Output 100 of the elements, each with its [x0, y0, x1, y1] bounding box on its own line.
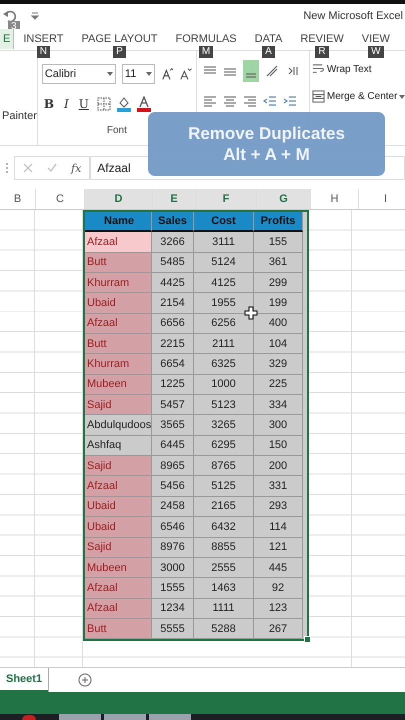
- table-cell: 4425: [152, 273, 194, 294]
- sheet-tab[interactable]: Sheet1: [0, 668, 48, 692]
- new-sheet-icon[interactable]: [78, 673, 92, 687]
- table-cell: 1463: [194, 578, 254, 599]
- table-cell: 400: [254, 314, 303, 334]
- customize-icon[interactable]: [31, 12, 39, 20]
- table-cell: 329: [254, 354, 303, 375]
- grow-font-icon[interactable]: [160, 67, 174, 81]
- table-cell: 5125: [194, 476, 254, 497]
- align-center-icon[interactable]: [222, 94, 237, 108]
- keytip: N: [36, 46, 50, 58]
- table-cell: Ubaid: [85, 293, 152, 314]
- table-cell: Ubaid: [85, 496, 152, 518]
- table-cell: 6546: [152, 517, 194, 538]
- table-cell: Mubeen: [85, 374, 152, 396]
- font-color-icon[interactable]: [136, 96, 151, 112]
- table-cell: Butt: [85, 334, 152, 354]
- resize-handle-icon[interactable]: [6, 163, 8, 173]
- undo-icon[interactable]: [3, 9, 17, 23]
- table-header: Name: [85, 212, 152, 232]
- ribbon-tab[interactable]: E: [0, 29, 14, 49]
- column-header[interactable]: H: [311, 189, 359, 209]
- table-cell: 6654: [152, 354, 194, 375]
- column-header[interactable]: B: [0, 189, 36, 209]
- table-cell: 2165: [194, 496, 254, 518]
- table-cell: Afzaal: [85, 232, 152, 253]
- window-title: New Microsoft Excel: [303, 10, 404, 22]
- table-cell: Khurram: [85, 273, 152, 294]
- merge-center-button[interactable]: Merge & Center: [312, 90, 405, 103]
- table-cell: Mubeen: [85, 558, 152, 578]
- table-cell: Sajid: [85, 538, 152, 558]
- column-header[interactable]: G: [257, 189, 311, 209]
- keytip: A: [262, 46, 275, 58]
- table-cell: 2111: [194, 334, 254, 354]
- table-cell: 121: [254, 538, 303, 558]
- merge-icon: [312, 90, 325, 103]
- wrap-text-button[interactable]: Wrap Text: [312, 63, 405, 76]
- table-cell: 4125: [194, 273, 254, 294]
- decrease-indent-icon[interactable]: [262, 94, 277, 108]
- table-cell: 3565: [152, 415, 194, 436]
- column-header[interactable]: I: [359, 189, 405, 209]
- table-cell: Butt: [85, 252, 152, 274]
- caret-icon[interactable]: [399, 94, 405, 98]
- table-cell: Sajid: [85, 456, 152, 476]
- table-cell: 5123: [194, 395, 254, 416]
- column-header[interactable]: F: [196, 189, 257, 209]
- font-size-dropdown[interactable]: 11: [122, 64, 155, 84]
- table-cell: 299: [254, 273, 303, 294]
- table-cell: 1111: [194, 598, 254, 619]
- table-cell: 150: [254, 436, 303, 456]
- underline-button[interactable]: U: [76, 97, 91, 111]
- bottom-align-icon[interactable]: [242, 60, 259, 82]
- font-name-dropdown[interactable]: Calibri: [42, 64, 116, 84]
- table-cell: 92: [254, 578, 303, 599]
- table-cell: Ubaid: [85, 517, 152, 538]
- table-cell: 334: [254, 395, 303, 416]
- table-cell: 6325: [194, 354, 254, 375]
- table-cell: 3265: [194, 415, 254, 436]
- table-cell: Butt: [85, 618, 152, 640]
- fill-color-icon[interactable]: [116, 96, 131, 112]
- group-label: Font: [106, 125, 127, 136]
- column-header[interactable]: D: [85, 189, 153, 209]
- table-cell: 6445: [152, 436, 194, 456]
- table-cell: 293: [254, 496, 303, 518]
- align-left-icon[interactable]: [202, 94, 217, 108]
- format-painter-button[interactable]: Painter: [2, 110, 37, 122]
- table-cell: 300: [254, 415, 303, 436]
- table-cell: 104: [254, 334, 303, 354]
- bold-button[interactable]: B: [42, 97, 56, 111]
- keytip: W: [368, 46, 384, 58]
- insert-function-button[interactable]: fx: [71, 162, 82, 174]
- table-cell: Ashfaq: [85, 436, 152, 456]
- taskbar-icon[interactable]: [22, 715, 36, 720]
- table-cell: 8855: [194, 538, 254, 558]
- keytip: M: [198, 46, 214, 58]
- align-right-icon[interactable]: [242, 94, 257, 108]
- table-cell: 267: [254, 618, 303, 640]
- table-cell: 5457: [152, 395, 194, 416]
- caret-icon[interactable]: [106, 72, 113, 76]
- column-header[interactable]: E: [153, 189, 196, 209]
- increase-indent-icon[interactable]: [282, 94, 297, 108]
- banner-title: Remove Duplicates: [188, 123, 345, 144]
- fill-handle[interactable]: [304, 636, 311, 644]
- table-cell: 5555: [152, 618, 194, 640]
- caret-icon[interactable]: [146, 72, 152, 76]
- table-cell: 445: [254, 558, 303, 578]
- borders-icon[interactable]: [96, 97, 111, 111]
- table-cell: 361: [254, 252, 303, 274]
- table-cell: 155: [254, 232, 303, 253]
- table-header: Sales: [152, 212, 194, 232]
- table-cell: 331: [254, 476, 303, 497]
- italic-button[interactable]: I: [62, 97, 71, 111]
- table-cell: 225: [254, 374, 303, 396]
- table-cell: 5124: [194, 252, 254, 274]
- table-cell: 123: [254, 598, 303, 619]
- table-cell: 6432: [194, 517, 254, 538]
- table-cell: 5456: [152, 476, 194, 497]
- shrink-font-icon[interactable]: [179, 67, 192, 81]
- table-cell: Khurram: [85, 354, 152, 375]
- table-cell: 114: [254, 517, 303, 538]
